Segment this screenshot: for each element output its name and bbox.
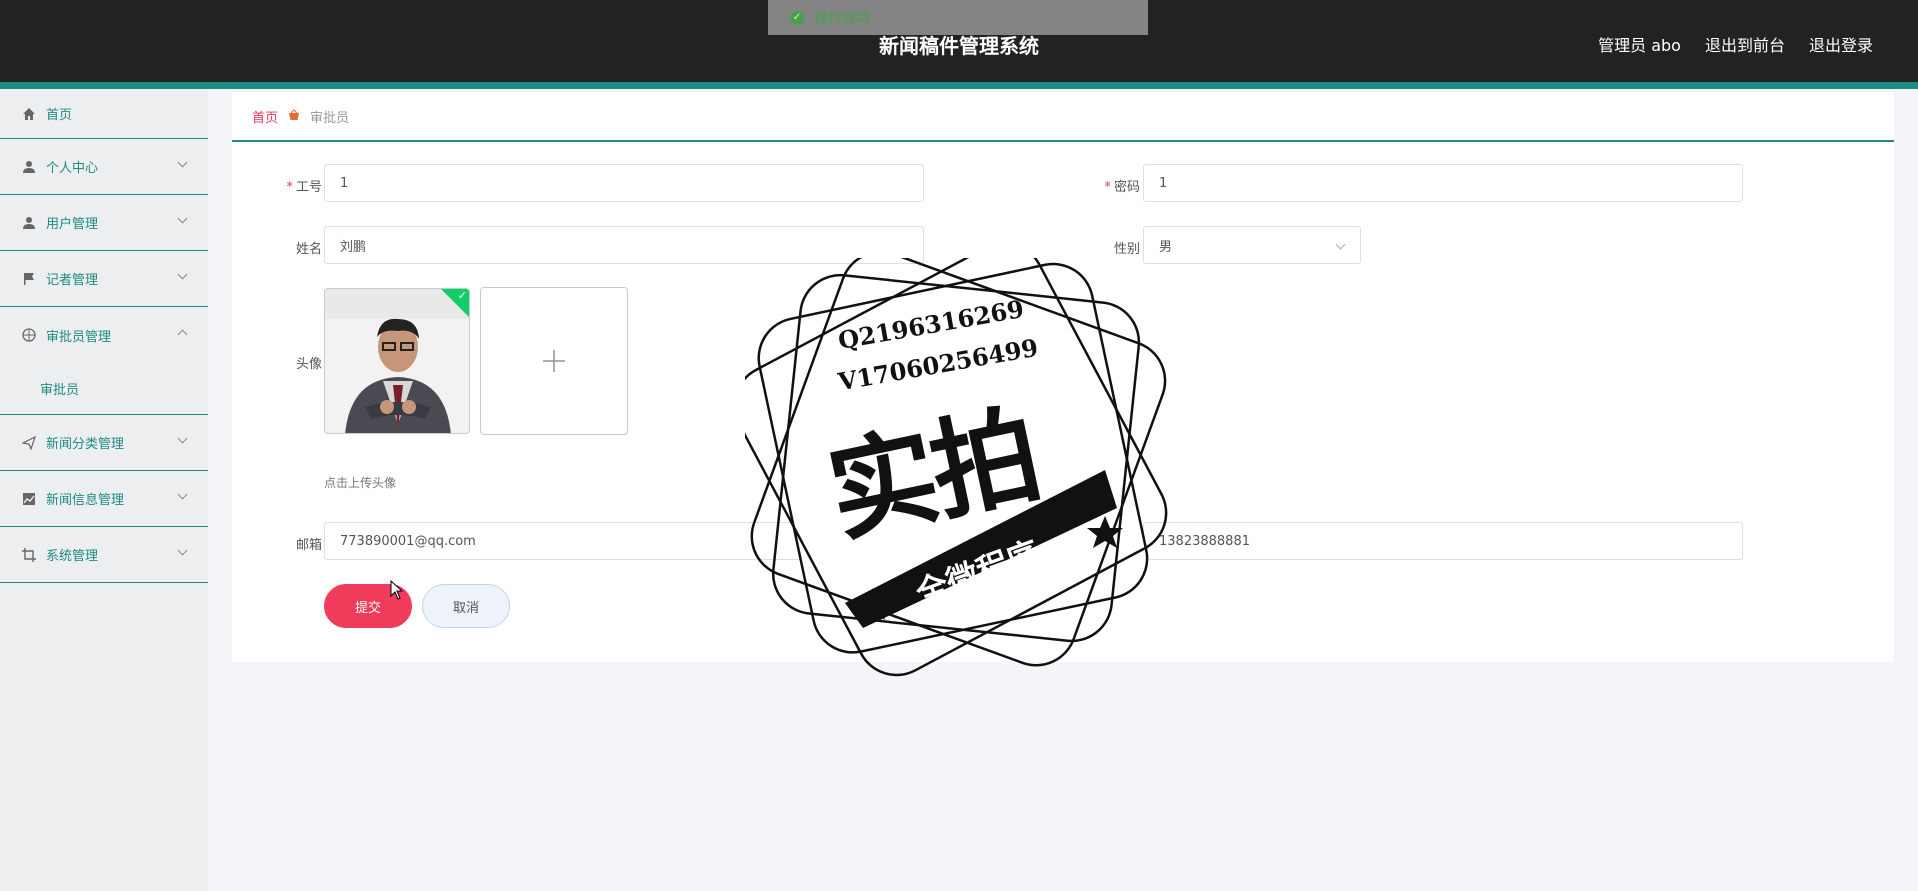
watermark-stamp: Q2196316269 V17060256499 实拍 全微程序: [745, 258, 1175, 678]
sidebar-item-label: 审批员管理: [46, 329, 112, 345]
sidebar-item-home[interactable]: 首页: [0, 89, 208, 139]
success-toast: ✓ 操作成功: [768, 0, 1148, 35]
header-accent-stripe: [0, 82, 1918, 89]
sidebar-item-label: 用户管理: [46, 217, 99, 232]
chevron-down-icon: [177, 433, 188, 444]
toast-message: 操作成功: [814, 10, 870, 27]
globe-icon: [22, 328, 36, 342]
sidebar: 首页 个人中心 用户管理 记者管理 审批员管理 审批员 新闻分类管理 新闻信息管…: [0, 89, 208, 891]
job-no-input[interactable]: 1: [324, 164, 924, 202]
avatar-upload-button[interactable]: [480, 287, 628, 435]
chevron-up-icon: [177, 329, 188, 340]
gender-label: 性别: [1113, 242, 1140, 257]
sidebar-subitem-approver[interactable]: 审批员: [0, 363, 208, 415]
sidebar-item-label: 新闻分类管理: [46, 437, 125, 452]
send-icon: [22, 435, 36, 450]
sidebar-item-news-categories[interactable]: 新闻分类管理: [0, 415, 208, 471]
avatar-label: 头像: [295, 357, 322, 372]
gender-select[interactable]: 男: [1143, 226, 1361, 264]
sidebar-item-approvers[interactable]: 审批员管理: [0, 307, 208, 363]
chevron-down-icon: [177, 213, 188, 224]
crop-icon: [22, 547, 36, 562]
chevron-down-icon: [177, 545, 188, 556]
phone-input[interactable]: 13823888881: [1143, 522, 1743, 560]
sidebar-item-reporters[interactable]: 记者管理: [0, 251, 208, 307]
email-label: 邮箱: [295, 538, 322, 553]
gender-select-value: 男: [1159, 239, 1173, 255]
home-icon: [22, 107, 36, 121]
chevron-down-icon: [177, 269, 188, 280]
cancel-button[interactable]: 取消: [422, 584, 510, 628]
sidebar-item-personal-center[interactable]: 个人中心: [0, 139, 208, 195]
sidebar-item-users[interactable]: 用户管理: [0, 195, 208, 251]
chevron-down-icon: [177, 157, 188, 168]
mouse-cursor-icon: [390, 580, 404, 600]
breadcrumb-home[interactable]: 首页: [252, 107, 278, 126]
sidebar-item-news-info[interactable]: 新闻信息管理: [0, 471, 208, 527]
user-icon: [22, 160, 36, 174]
sidebar-item-label: 首页: [46, 108, 73, 123]
name-label: 姓名: [295, 242, 322, 257]
sidebar-item-system[interactable]: 系统管理: [0, 527, 208, 583]
flag-icon: [22, 272, 36, 286]
basket-icon: [288, 108, 300, 124]
goto-front-link[interactable]: 退出到前台: [1705, 32, 1785, 56]
breadcrumb-current: 审批员: [310, 110, 350, 126]
plus-icon: [543, 350, 565, 372]
sidebar-item-label: 系统管理: [46, 549, 99, 564]
job-no-label: * 工号: [286, 180, 322, 195]
admin-user-link[interactable]: 管理员 abo: [1598, 32, 1681, 56]
avatar-upload-hint: 点击上传头像: [324, 476, 397, 490]
top-links: 管理员 abo 退出到前台 退出登录: [1598, 32, 1873, 56]
sidebar-item-label: 个人中心: [46, 161, 99, 176]
chart-icon: [22, 492, 36, 506]
breadcrumb: 首页 审批员: [232, 92, 1894, 142]
check-icon: ✓: [457, 289, 467, 302]
avatar-thumbnail[interactable]: ✓: [324, 288, 470, 434]
chevron-down-icon: [177, 489, 188, 500]
sidebar-item-label: 新闻信息管理: [46, 493, 125, 508]
password-input[interactable]: 1: [1143, 164, 1743, 202]
password-label: * 密码: [1104, 180, 1140, 195]
chevron-down-icon: [1335, 239, 1346, 250]
sidebar-item-label: 记者管理: [46, 273, 99, 288]
user-icon: [22, 216, 36, 230]
logout-link[interactable]: 退出登录: [1809, 32, 1873, 56]
check-circle-icon: ✓: [790, 10, 804, 25]
